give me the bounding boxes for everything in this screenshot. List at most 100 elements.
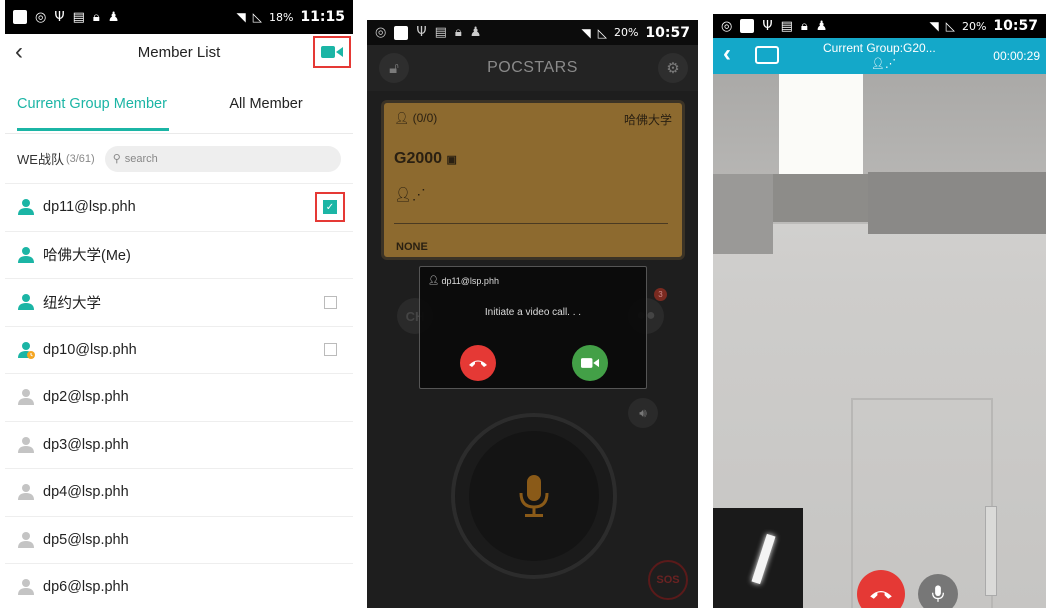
notification-icon [13, 10, 27, 24]
call-timer: 00:00:29 [993, 49, 1040, 63]
member-row[interactable]: dp2@lsp.phh [5, 374, 353, 422]
no-sim-icon: ◺ [945, 19, 955, 33]
clock: 10:57 [993, 18, 1038, 34]
lock-button[interactable]: 🔓︎ [379, 53, 409, 83]
status-bar: ◎ Ψ ▤ 🔒︎ ♟ ◥ ◺ 20% 10:57 [367, 20, 698, 45]
user-icon [18, 246, 34, 263]
incoming-video-call-dialog: 👤︎ dp11@lsp.phh Initiate a video call. .… [419, 266, 647, 389]
app-icon: ◎ [375, 25, 387, 40]
sd-card-icon: ▤ [780, 18, 793, 34]
video-ceiling-light [779, 74, 863, 174]
status-bar: ◎ Ψ ▤ 🔒︎ ♟ ◥ ◺ 20% 10:57 [713, 14, 1046, 38]
video-camera-icon [321, 46, 343, 58]
member-row[interactable]: dp3@lsp.phh [5, 422, 353, 469]
search-input[interactable]: ⚲ search [104, 145, 341, 172]
notification-icon [740, 19, 755, 33]
member-name: dp3@lsp.phh [43, 436, 129, 453]
member-row[interactable]: dp10@lsp.phh [5, 327, 353, 374]
volume-button[interactable]: 🔊︎ [628, 398, 658, 428]
sd-card-icon: ▤ [434, 25, 447, 40]
mute-button[interactable] [918, 574, 958, 608]
microphone-icon [932, 585, 944, 602]
member-list: dp11@lsp.phh ✓ 哈佛大学(Me) 纽约大学 dp10@lsp.phh dp2… [5, 184, 353, 608]
call-header: ‹ Current Group:G20... 👤︎⋰ 00:00:29 [713, 38, 1046, 74]
pip-light [751, 533, 776, 585]
tab-current-group-member[interactable]: Current Group Member [5, 92, 179, 112]
back-icon[interactable]: ‹ [723, 40, 731, 68]
wifi-icon: ◥ [929, 19, 939, 33]
wifi-icon: ◥ [236, 10, 246, 24]
active-tab-indicator [17, 128, 169, 131]
microphone-icon [519, 475, 549, 517]
member-row[interactable]: dp6@lsp.phh [5, 564, 353, 608]
user-icon [18, 531, 34, 548]
user-icon [18, 579, 34, 596]
group-name: WE战队 [17, 152, 64, 167]
user-away-icon [18, 341, 35, 359]
member-row[interactable]: dp5@lsp.phh [5, 517, 353, 564]
no-sim-icon: ◺ [597, 25, 607, 40]
android-icon: ♟ [107, 9, 120, 25]
member-name: dp2@lsp.phh [43, 389, 129, 406]
group-card[interactable]: 👤︎ (0/0) 哈佛大学 G2000 ▣ 👤︎⋰ NONE [381, 100, 685, 260]
decline-call-button[interactable] [460, 345, 496, 381]
notification-icon [394, 25, 409, 40]
member-checkbox[interactable]: ✓ [323, 200, 337, 215]
lock-icon: 🔓︎ [389, 59, 399, 77]
app-icon: ◎ [35, 9, 47, 25]
hang-up-icon [870, 591, 892, 599]
unread-badge: 3 [654, 288, 667, 301]
talk-status: NONE [396, 241, 428, 253]
speaker-user-icon: 👤︎⋰ [394, 186, 426, 202]
accept-video-call-button[interactable] [572, 345, 608, 381]
app-icon: ◎ [721, 18, 733, 34]
app-title: POCSTARS [487, 59, 578, 76]
wifi-icon: ◥ [581, 25, 591, 40]
status-bar: ◎ Ψ ▤ 🔒︎ ♟ ◥ ◺ 18% 11:15 [5, 0, 353, 34]
battery-level: 20% [961, 19, 987, 33]
settings-button[interactable]: ⚙ [658, 53, 688, 83]
local-video-preview[interactable] [713, 508, 803, 608]
battery-level: 18% [268, 10, 294, 24]
member-name: dp11@lsp.phh [43, 199, 136, 216]
lock-icon: 🔒︎ [92, 9, 100, 25]
user-icon [18, 389, 34, 406]
member-row[interactable]: dp4@lsp.phh [5, 469, 353, 517]
group-members-icon: ▣ [446, 154, 457, 166]
search-placeholder: search [124, 152, 158, 165]
member-checkbox[interactable] [324, 295, 337, 309]
remote-video-feed [713, 74, 1046, 608]
group-bar: WE战队 (3/61) ⚲ search [5, 134, 353, 184]
member-list-screen: ◎ Ψ ▤ 🔒︎ ♟ ◥ ◺ 18% 11:15 ‹ Member List C… [5, 0, 353, 608]
member-row[interactable]: 纽约大学 [5, 279, 353, 327]
user-icon [18, 484, 34, 501]
video-door-handle [985, 506, 997, 596]
current-group-title: Current Group:G20... [823, 41, 936, 55]
back-icon[interactable]: ‹ [15, 38, 23, 66]
group-online-count: 👤︎ (0/0) [394, 111, 438, 125]
speaker-icon: 🔊︎ [639, 405, 647, 420]
group-name: G2000 [394, 150, 443, 167]
push-to-talk-button[interactable] [451, 413, 617, 579]
member-row[interactable]: dp11@lsp.phh ✓ [5, 184, 353, 232]
video-shadow [713, 174, 773, 254]
video-beam [773, 174, 868, 222]
clock: 10:57 [645, 24, 690, 41]
sd-card-icon: ▤ [72, 9, 85, 25]
member-checkbox[interactable] [324, 343, 337, 357]
call-message: Initiate a video call. . . [484, 307, 582, 318]
pocstars-screen: ◎ Ψ ▤ 🔒︎ ♟ ◥ ◺ 20% 10:57 🔓︎ POCSTARS ⚙ 👤… [367, 20, 698, 608]
card-divider [394, 223, 668, 224]
search-icon: ⚲ [112, 153, 121, 165]
group-count-value: (0/0) [412, 111, 438, 125]
switch-camera-icon[interactable] [755, 46, 779, 64]
group-member-count: (3/61) [65, 152, 95, 165]
tab-all-member[interactable]: All Member [179, 92, 353, 112]
video-call-button[interactable] [313, 36, 351, 68]
selected-checkbox-highlight: ✓ [315, 192, 345, 223]
member-name: dp4@lsp.phh [43, 484, 129, 501]
android-icon: ♟ [469, 25, 482, 40]
member-row[interactable]: 哈佛大学(Me) [5, 232, 353, 279]
user-icon [18, 436, 34, 453]
sos-button[interactable]: SOS [648, 560, 688, 600]
